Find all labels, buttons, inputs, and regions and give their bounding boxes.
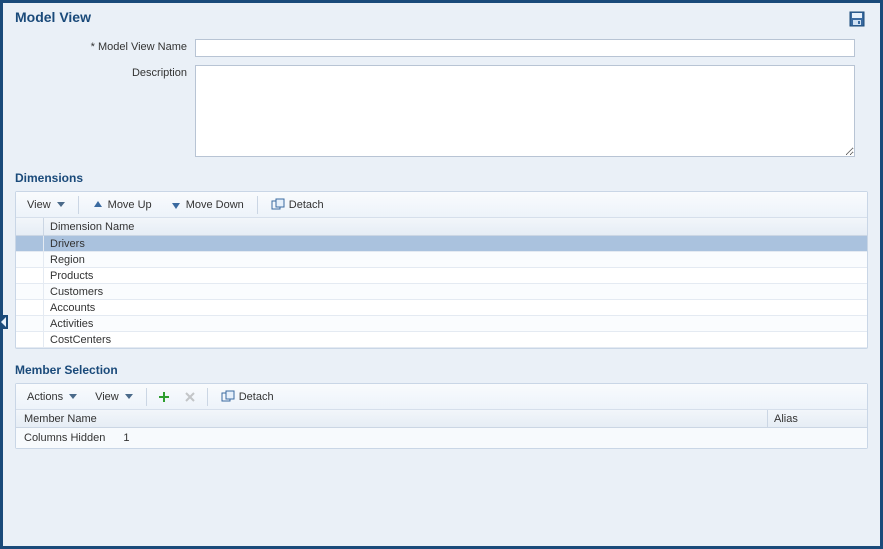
dimensions-toolbar: View Move Up Move Down (16, 192, 867, 218)
save-icon (848, 10, 866, 28)
row-handle[interactable] (16, 268, 44, 283)
member-selection-panel: Actions View (15, 383, 868, 449)
expand-collapse-handle[interactable] (0, 315, 8, 329)
row-handle[interactable] (16, 252, 44, 267)
dimensions-grid-header: Dimension Name (16, 218, 867, 236)
model-view-name-label: * Model View Name (15, 39, 195, 53)
model-view-name-input[interactable] (195, 39, 855, 57)
members-status-row: Columns Hidden 1 (16, 428, 867, 448)
move-up-button[interactable]: Move Up (85, 196, 159, 214)
table-row[interactable]: Activities (16, 316, 867, 332)
dimensions-panel: View Move Up Move Down (15, 191, 868, 349)
dimension-name-column-header[interactable]: Dimension Name (44, 221, 867, 233)
caret-down-icon (69, 394, 77, 399)
move-down-label: Move Down (186, 199, 244, 211)
row-handle[interactable] (16, 300, 44, 315)
columns-hidden-label: Columns Hidden (24, 432, 105, 444)
delete-x-icon (183, 390, 197, 404)
table-row[interactable]: Products (16, 268, 867, 284)
detach-icon (271, 198, 285, 212)
columns-hidden-count: 1 (123, 432, 129, 444)
caret-down-icon (125, 394, 133, 399)
members-actions-menu[interactable]: Actions (20, 388, 84, 406)
add-member-button[interactable] (153, 387, 175, 407)
member-name-column-header[interactable]: Member Name (16, 413, 767, 425)
dimension-name-cell: Customers (44, 286, 867, 298)
caret-down-icon (57, 202, 65, 207)
row-handle[interactable] (16, 284, 44, 299)
members-grid-header: Member Name Alias (16, 410, 867, 428)
members-view-menu[interactable]: View (88, 388, 140, 406)
table-row[interactable]: Customers (16, 284, 867, 300)
delete-member-button[interactable] (179, 387, 201, 407)
dimension-name-cell: Products (44, 270, 867, 282)
row-handle[interactable] (16, 332, 44, 347)
dimension-name-cell: CostCenters (44, 334, 867, 346)
description-label: Description (15, 65, 195, 79)
model-view-name-label-text: Model View Name (98, 41, 187, 53)
table-row[interactable]: Drivers (16, 236, 867, 252)
members-actions-label: Actions (27, 391, 63, 403)
move-down-button[interactable]: Move Down (163, 196, 251, 214)
description-textarea[interactable] (195, 65, 855, 157)
dimension-name-cell: Accounts (44, 302, 867, 314)
dimensions-view-menu[interactable]: View (20, 196, 72, 214)
arrow-up-icon (92, 199, 104, 211)
save-button[interactable] (846, 9, 868, 29)
toolbar-separator (78, 196, 79, 214)
alias-column-header[interactable]: Alias (767, 410, 867, 427)
table-row[interactable]: CostCenters (16, 332, 867, 348)
toolbar-separator (146, 388, 147, 406)
table-row[interactable]: Region (16, 252, 867, 268)
dimensions-grid-body: Drivers Region Products Customers Accounts Ac… (16, 236, 867, 348)
dimensions-section-title: Dimensions (15, 171, 868, 185)
dimensions-detach-button[interactable]: Detach (264, 195, 331, 215)
members-detach-label: Detach (239, 391, 274, 403)
table-row[interactable]: Accounts (16, 300, 867, 316)
dimension-name-cell: Region (44, 254, 867, 266)
dimensions-view-label: View (27, 199, 51, 211)
members-detach-button[interactable]: Detach (214, 387, 281, 407)
detach-icon (221, 390, 235, 404)
toolbar-separator (257, 196, 258, 214)
dimensions-detach-label: Detach (289, 199, 324, 211)
row-handle[interactable] (16, 236, 44, 251)
member-selection-title: Member Selection (15, 363, 868, 377)
dimension-name-cell: Activities (44, 318, 867, 330)
members-view-label: View (95, 391, 119, 403)
required-marker: * (91, 41, 95, 53)
plus-icon (157, 390, 171, 404)
move-up-label: Move Up (108, 199, 152, 211)
dimension-name-cell: Drivers (44, 238, 867, 250)
page-title: Model View (15, 9, 91, 25)
arrow-down-icon (170, 199, 182, 211)
members-toolbar: Actions View (16, 384, 867, 410)
row-handle-column (16, 218, 44, 235)
toolbar-separator (207, 388, 208, 406)
row-handle[interactable] (16, 316, 44, 331)
